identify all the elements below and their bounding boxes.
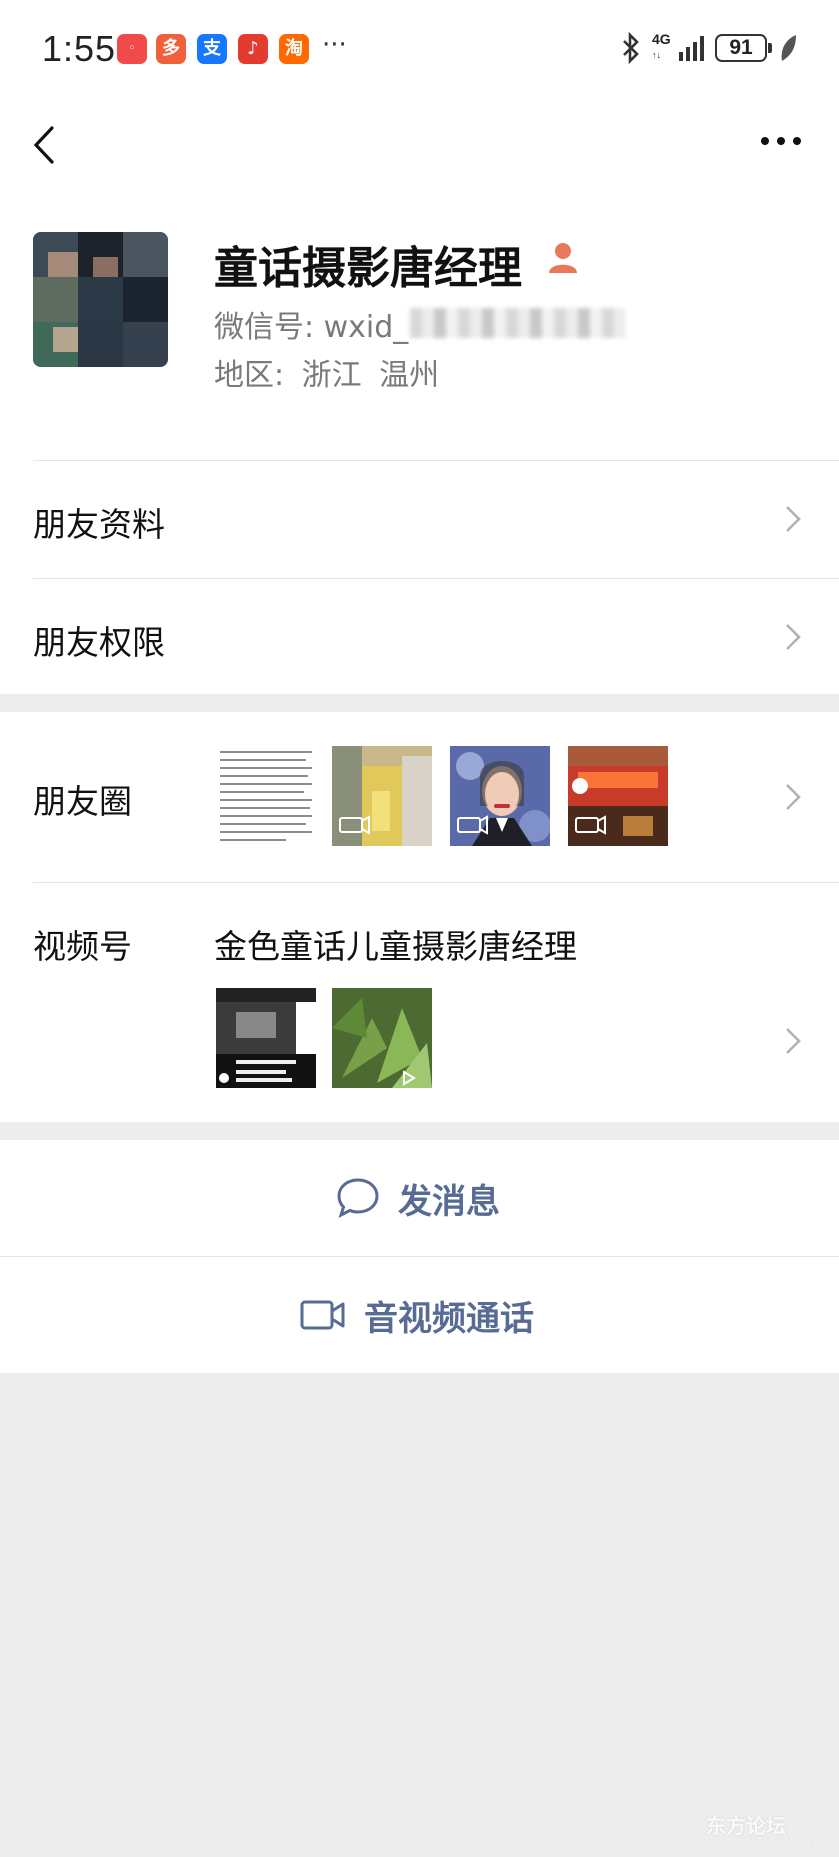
moments-label: 朋友圈 xyxy=(33,782,132,821)
chevron-right-icon xyxy=(786,1028,801,1054)
video-camera-icon xyxy=(300,1300,345,1330)
channels-label: 视频号 xyxy=(33,927,132,966)
friend-info-label: 朋友资料 xyxy=(33,505,165,544)
chevron-right-icon xyxy=(786,506,801,532)
chat-bubble-icon xyxy=(337,1178,379,1218)
notification-overflow-icon: ··· xyxy=(322,30,347,60)
profile-header: 童话摄影唐经理 微信号: wxid_ 地区: 浙江 温州 xyxy=(0,190,839,460)
power-saving-leaf-icon xyxy=(781,35,796,61)
moments-row[interactable]: 朋友圈 xyxy=(0,712,839,882)
chevron-right-icon xyxy=(786,784,801,810)
wechat-id-redacted xyxy=(410,308,625,338)
divider xyxy=(33,882,839,883)
nickname: 童话摄影唐经理 xyxy=(214,243,522,294)
battery-icon: 91 xyxy=(715,34,767,62)
send-message-label: 发消息 xyxy=(398,1182,500,1222)
avatar[interactable] xyxy=(33,232,168,367)
divider xyxy=(33,460,839,461)
moment-video-thumbnail[interactable] xyxy=(332,746,432,846)
status-time: 1:55 xyxy=(42,28,117,69)
wechat-id: 微信号: wxid_ xyxy=(214,310,409,345)
chevron-left-icon[interactable] xyxy=(30,122,60,168)
network-type: 4G ↑↓ xyxy=(652,31,671,60)
divider xyxy=(0,1256,839,1257)
chevron-right-icon xyxy=(786,624,801,650)
friend-permissions-label: 朋友权限 xyxy=(33,623,165,662)
taobao-icon: 淘 xyxy=(279,34,309,64)
pinduoduo-icon: 多 xyxy=(156,34,186,64)
nav-bar xyxy=(0,100,839,190)
status-bar: 1:55 ◦ 多 支 ♪ 淘 ··· 4G ↑↓ 91 xyxy=(0,0,839,100)
friend-info-row[interactable]: 朋友资料 xyxy=(0,460,839,578)
alipay-icon: 支 xyxy=(197,34,227,64)
signal-icon xyxy=(679,36,704,61)
person-icon xyxy=(549,243,577,273)
friend-permissions-row[interactable]: 朋友权限 xyxy=(0,578,839,694)
video-call-label: 音视频通话 xyxy=(364,1299,534,1339)
channel-name: 金色童话儿童摄影唐经理 xyxy=(214,927,577,966)
shop-app-icon: ◦ xyxy=(117,34,147,64)
moment-thumbnail[interactable] xyxy=(216,746,316,846)
music-app-icon: ♪ xyxy=(238,34,268,64)
video-call-button[interactable]: 音视频通话 xyxy=(0,1256,839,1373)
channel-video-thumbnail[interactable] xyxy=(332,988,432,1088)
channel-video-thumbnail[interactable] xyxy=(216,988,316,1088)
moment-video-thumbnail[interactable] xyxy=(568,746,668,846)
send-message-button[interactable]: 发消息 xyxy=(0,1140,839,1256)
region: 地区: 浙江 温州 xyxy=(214,358,440,393)
channels-row[interactable]: 视频号 金色童话儿童摄影唐经理 xyxy=(0,882,839,1122)
moment-video-thumbnail[interactable] xyxy=(450,746,550,846)
divider xyxy=(33,578,839,579)
bluetooth-icon xyxy=(623,32,639,64)
watermark-url: bbs.cnhan.net xyxy=(740,1834,819,1847)
battery-tip xyxy=(768,43,772,53)
more-dots-icon[interactable] xyxy=(760,134,802,148)
